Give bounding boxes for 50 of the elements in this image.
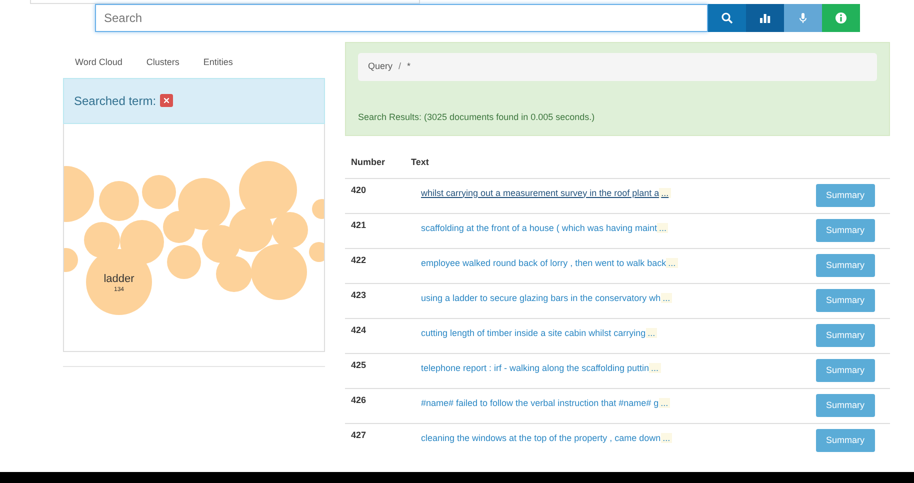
row-number: 423: [345, 283, 405, 318]
searched-term-label: Searched term:: [74, 92, 156, 110]
info-icon: [835, 12, 847, 24]
summary-button[interactable]: Summary: [816, 288, 875, 312]
search-button[interactable]: [708, 4, 746, 32]
word-bubble: [99, 180, 139, 220]
bar-chart-button[interactable]: [746, 4, 784, 32]
document-link[interactable]: employee walked round back of lorry , then went to walk back ...: [411, 254, 678, 270]
panel-tab[interactable]: Entities: [203, 56, 233, 70]
remove-term-icon[interactable]: [160, 94, 174, 107]
summary-button[interactable]: Summary: [816, 218, 875, 242]
row-number: 422: [345, 248, 405, 283]
results-summary: Search Results: (3025 documents found in 0.005 seconds.): [358, 110, 596, 124]
breadcrumb-separator: /: [398, 60, 402, 73]
word-label: ladder: [104, 272, 134, 284]
row-number: 425: [345, 353, 405, 388]
document-link[interactable]: scaffolding at the front of a house ( which was having maint ...: [411, 218, 668, 235]
breadcrumb-item: *: [407, 60, 411, 73]
document-link[interactable]: using a ladder to secure glazing bars in the conservatory wh ...: [411, 288, 672, 305]
breadcrumb-item[interactable]: Query: [368, 60, 393, 74]
panel-tab[interactable]: Clusters: [146, 56, 180, 70]
summary-button[interactable]: Summary: [816, 394, 875, 417]
summary-button[interactable]: Summary: [816, 184, 875, 207]
search-icon: [721, 12, 733, 24]
word-bubble: [229, 208, 273, 252]
word-bubble: [64, 248, 78, 272]
column-header: Text: [405, 152, 810, 178]
row-number: 421: [345, 213, 405, 248]
document-link[interactable]: telephone report : irf - walking along the scaffolding puttin ...: [411, 358, 660, 375]
row-number: 427: [345, 423, 405, 458]
microphone-icon: [797, 12, 809, 24]
summary-button[interactable]: Summary: [816, 254, 875, 277]
summary-button[interactable]: Summary: [816, 358, 875, 382]
row-number: 426: [345, 388, 405, 423]
document-link[interactable]: cutting length of timber inside a site cabin whilst carrying ...: [411, 324, 658, 340]
word-bubble: [167, 244, 201, 278]
word-bubble: [312, 198, 324, 218]
summary-button[interactable]: Summary: [816, 324, 875, 347]
document-link[interactable]: #name# failed to follow the verbal instruction that #name# g ...: [411, 394, 670, 410]
word-bubble: [142, 174, 176, 208]
row-number: 420: [345, 178, 405, 213]
row-number: 424: [345, 318, 405, 353]
document-link[interactable]: cleaning the windows at the top of the property , came down ...: [411, 428, 672, 445]
panel-tab[interactable]: Word Cloud: [75, 56, 122, 70]
document-link[interactable]: whilst carrying out a measurement survey in the roof plant a ...: [411, 184, 671, 200]
search-field[interactable]: Search: [95, 4, 708, 32]
summary-button[interactable]: Summary: [816, 428, 875, 452]
column-header: Number: [345, 152, 405, 178]
bar-chart-icon: [759, 12, 771, 24]
info-button[interactable]: [822, 4, 860, 32]
